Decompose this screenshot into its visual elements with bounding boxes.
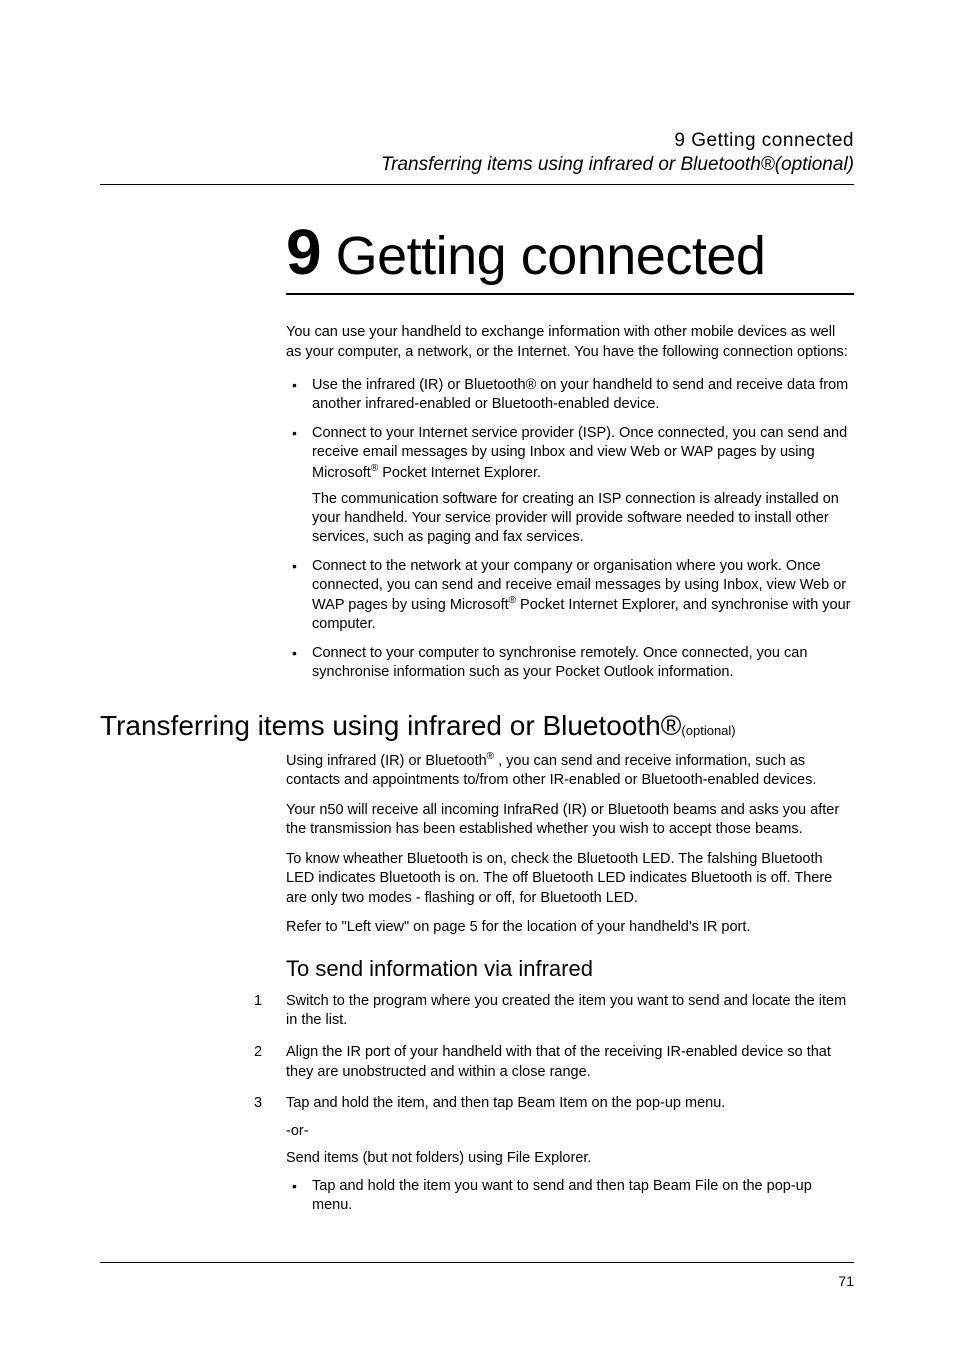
- nested-item-text: Tap and hold the item you want to send a…: [312, 1178, 812, 1213]
- list-item-text-post: Pocket Internet Explorer.: [378, 464, 541, 480]
- step-number: 2: [254, 1043, 262, 1063]
- section-heading: Transferring items using infrared or Blu…: [100, 710, 854, 742]
- body-paragraph: Your n50 will receive all incoming Infra…: [286, 801, 854, 840]
- header-section-label: Transferring items using infrared or Blu…: [100, 154, 854, 176]
- step-text: Align the IR port of your handheld with …: [286, 1044, 831, 1080]
- chapter-title-divider: [286, 293, 854, 295]
- connection-options-list: Use the infrared (IR) or Bluetooth® on y…: [286, 376, 854, 681]
- footer-divider: [100, 1262, 854, 1263]
- step-text: Tap and hold the item, and then tap Beam…: [286, 1095, 725, 1111]
- list-item: Connect to your computer to synchronise …: [286, 644, 854, 682]
- step-or-text: -or-: [286, 1122, 854, 1142]
- step-sub-text: Send items (but not folders) using File …: [286, 1149, 854, 1169]
- body-paragraph: Using infrared (IR) or Bluetooth® , you …: [286, 750, 854, 791]
- step-number: 3: [254, 1094, 262, 1114]
- section-heading-optional: (optional): [681, 723, 735, 738]
- registered-symbol: ®: [487, 751, 494, 762]
- step-item: 2 Align the IR port of your handheld wit…: [260, 1043, 854, 1082]
- step-text: Switch to the program where you created …: [286, 993, 846, 1029]
- list-item-text: Use the infrared (IR) or Bluetooth® on y…: [312, 377, 848, 412]
- list-item-sub-paragraph: The communication software for creating …: [312, 490, 854, 547]
- chapter-title-text: Getting connected: [336, 226, 766, 286]
- nested-bullet-list: Tap and hold the item you want to send a…: [286, 1177, 854, 1215]
- page-number: 71: [838, 1273, 854, 1289]
- header-divider: [100, 184, 854, 185]
- section-heading-text: Transferring items using infrared or Blu…: [100, 710, 681, 741]
- sub-heading: To send information via infrared: [286, 956, 854, 982]
- step-item: 1 Switch to the program where you create…: [260, 992, 854, 1031]
- list-item: Connect to your Internet service provide…: [286, 424, 854, 547]
- header-chapter-label: 9 Getting connected: [100, 130, 854, 152]
- chapter-number: 9: [286, 216, 321, 288]
- body-text-pre: Using infrared (IR) or Bluetooth: [286, 752, 487, 768]
- step-item: 3 Tap and hold the item, and then tap Be…: [260, 1094, 854, 1214]
- chapter-title: 9 Getting connected: [100, 215, 854, 289]
- nested-list-item: Tap and hold the item you want to send a…: [286, 1177, 854, 1215]
- step-number: 1: [254, 992, 262, 1012]
- list-item: Use the infrared (IR) or Bluetooth® on y…: [286, 376, 854, 414]
- list-item: Connect to the network at your company o…: [286, 557, 854, 634]
- page-header: 9 Getting connected Transferring items u…: [100, 130, 854, 176]
- intro-paragraph: You can use your handheld to exchange in…: [286, 323, 854, 362]
- body-paragraph: To know wheather Bluetooth is on, check …: [286, 850, 854, 909]
- registered-symbol: ®: [509, 595, 516, 606]
- steps-list: 1 Switch to the program where you create…: [260, 992, 854, 1215]
- list-item-text: Connect to your computer to synchronise …: [312, 645, 807, 680]
- body-paragraph: Refer to "Left view" on page 5 for the l…: [286, 918, 854, 938]
